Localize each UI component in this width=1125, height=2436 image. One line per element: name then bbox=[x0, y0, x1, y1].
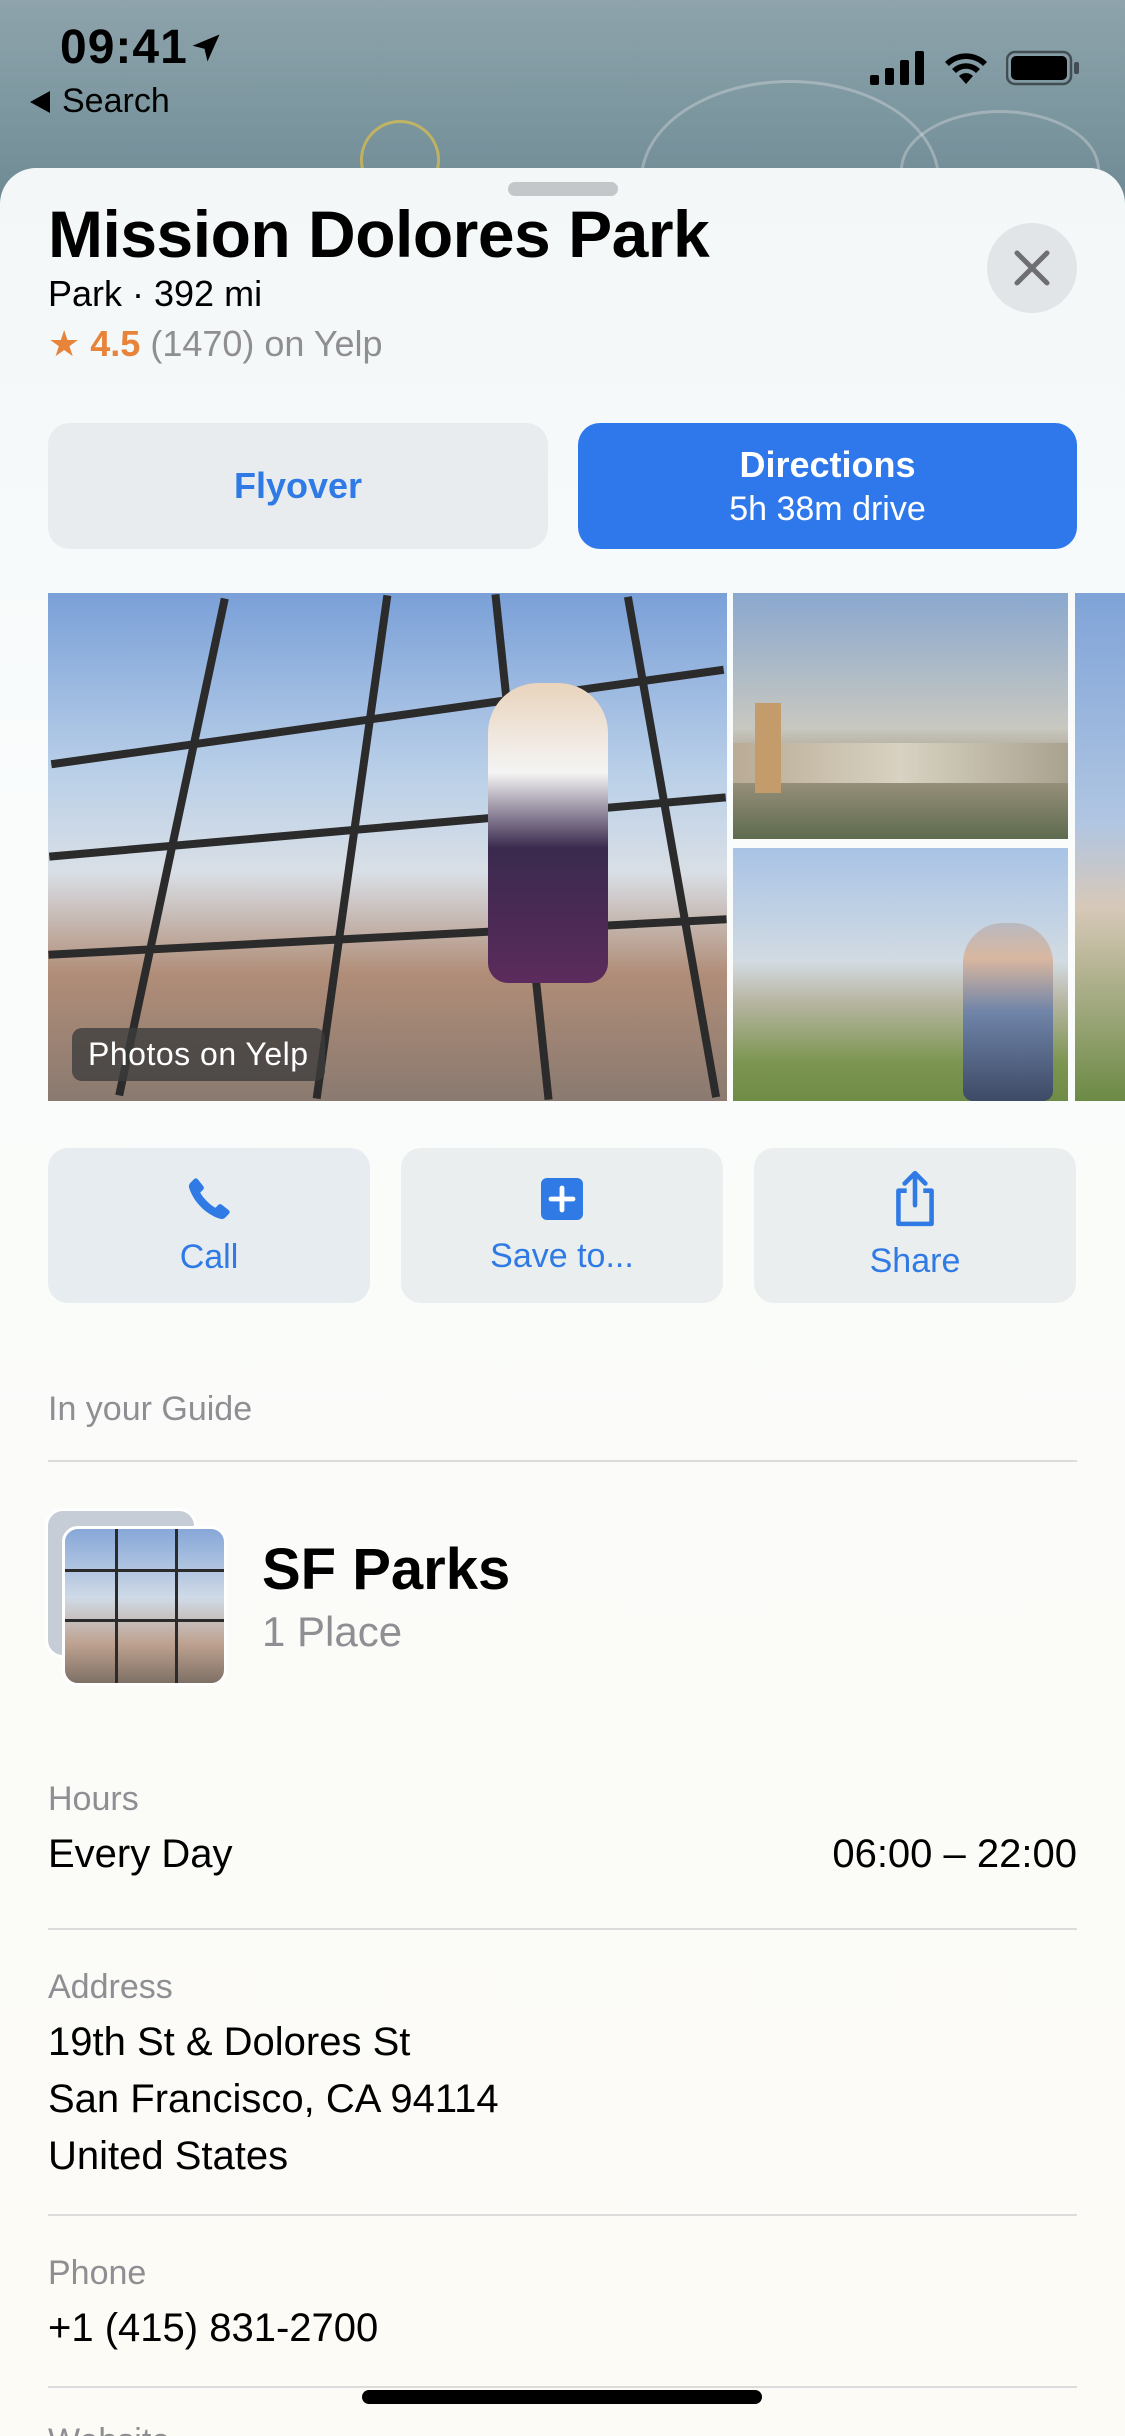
home-indicator[interactable] bbox=[362, 2390, 762, 2404]
back-triangle-icon bbox=[30, 90, 50, 113]
back-label: Search bbox=[62, 82, 170, 120]
guide-title[interactable]: SF Parks bbox=[262, 1536, 510, 1603]
photo-park-portrait[interactable] bbox=[733, 848, 1068, 1101]
place-title: Mission Dolores Park bbox=[48, 197, 710, 271]
cellular-signal-icon bbox=[870, 51, 924, 85]
battery-icon bbox=[1006, 50, 1079, 86]
back-to-search-button[interactable]: Search bbox=[30, 82, 170, 121]
phone-number[interactable]: +1 (415) 831-2700 bbox=[48, 2306, 378, 2351]
share-button[interactable]: Share bbox=[754, 1148, 1076, 1303]
hours-label: Hours bbox=[48, 1780, 139, 1818]
net-rope bbox=[65, 1569, 224, 1572]
hours-time: 06:00 – 22:00 bbox=[832, 1832, 1077, 1876]
sheet-grabber[interactable] bbox=[508, 182, 618, 196]
rating-score: 4.5 bbox=[90, 323, 141, 364]
photos-on-yelp-label[interactable]: Photos on Yelp bbox=[72, 1028, 325, 1081]
close-button[interactable] bbox=[987, 223, 1077, 313]
photo-playground[interactable] bbox=[48, 593, 727, 1101]
photo-city-view[interactable] bbox=[733, 593, 1068, 839]
address-line-3[interactable]: United States bbox=[48, 2134, 288, 2179]
place-category-distance: Park · 392 mi bbox=[48, 273, 263, 314]
net-rope bbox=[115, 1529, 118, 1683]
call-label: Call bbox=[179, 1238, 239, 1276]
place-card-sheet: Mission Dolores Park Park · 392 mi ★ 4.5… bbox=[0, 168, 1125, 2436]
share-icon bbox=[896, 1170, 934, 1227]
guide-thumbnail[interactable] bbox=[62, 1526, 227, 1686]
guide-place-count: 1 Place bbox=[262, 1608, 403, 1655]
call-button[interactable]: Call bbox=[48, 1148, 370, 1303]
guide-section-label: In your Guide bbox=[48, 1390, 253, 1428]
status-bar: 09:41 Search bbox=[0, 0, 1125, 120]
divider bbox=[48, 2214, 1077, 2216]
directions-title: Directions bbox=[739, 443, 916, 485]
hours-days: Every Day bbox=[48, 1832, 233, 1876]
wifi-icon bbox=[945, 53, 987, 84]
phone-icon bbox=[188, 1178, 230, 1220]
net-rope bbox=[48, 793, 727, 861]
status-time: 09:41 bbox=[60, 21, 188, 74]
net-rope bbox=[65, 1619, 224, 1622]
divider bbox=[48, 1928, 1077, 1930]
save-to-label: Save to... bbox=[490, 1237, 634, 1275]
child-figure bbox=[488, 683, 608, 983]
close-icon bbox=[1014, 250, 1050, 286]
directions-button[interactable]: Directions 5h 38m drive bbox=[578, 423, 1077, 549]
save-to-button[interactable]: Save to... bbox=[401, 1148, 723, 1303]
place-rating[interactable]: ★ 4.5 (1470) on Yelp bbox=[48, 323, 383, 365]
add-square-icon bbox=[541, 1178, 583, 1220]
person-figure bbox=[963, 923, 1053, 1101]
net-rope bbox=[175, 1529, 178, 1683]
status-icons bbox=[870, 50, 1080, 86]
rating-count: (1470) on Yelp bbox=[150, 323, 383, 364]
net-rope bbox=[312, 594, 392, 1100]
address-line-1[interactable]: 19th St & Dolores St bbox=[48, 2020, 410, 2065]
divider bbox=[48, 1460, 1077, 1462]
location-arrow-icon bbox=[192, 34, 220, 62]
divider bbox=[48, 2386, 1077, 2388]
phone-label: Phone bbox=[48, 2254, 147, 2292]
skyline bbox=[733, 743, 1068, 783]
tower bbox=[755, 703, 781, 793]
directions-eta: 5h 38m drive bbox=[729, 489, 926, 528]
net-rope bbox=[50, 665, 725, 769]
share-label: Share bbox=[869, 1242, 961, 1280]
flyover-button[interactable]: Flyover bbox=[48, 423, 548, 549]
address-label: Address bbox=[48, 1968, 173, 2006]
photo-next[interactable] bbox=[1075, 593, 1125, 1101]
address-line-2[interactable]: San Francisco, CA 94114 bbox=[48, 2077, 499, 2122]
website-label: Website bbox=[48, 2422, 170, 2436]
star-icon: ★ bbox=[48, 323, 81, 364]
